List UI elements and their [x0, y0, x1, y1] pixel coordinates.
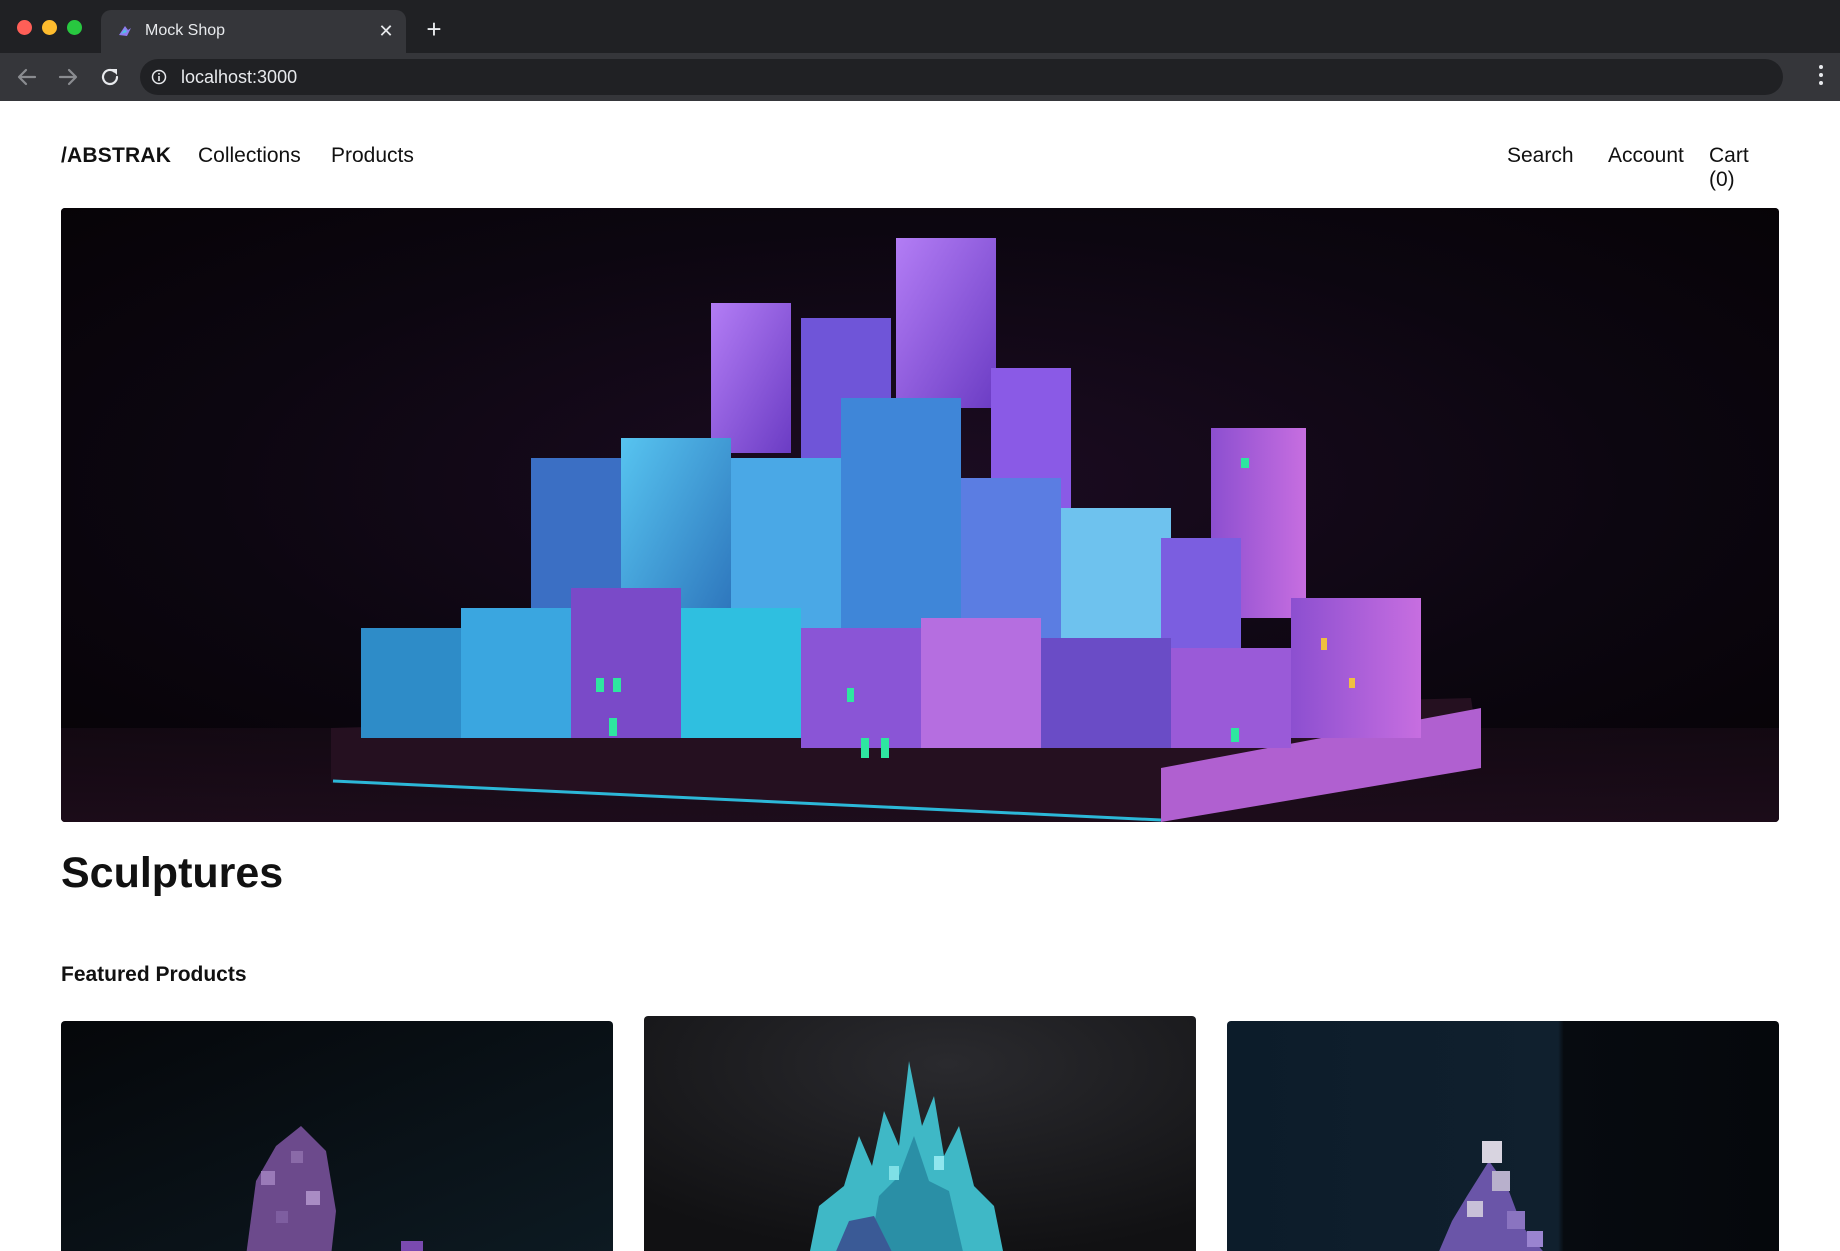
product-card[interactable] — [644, 1016, 1196, 1251]
address-bar[interactable]: localhost:3000 — [140, 59, 1783, 95]
product-image[interactable] — [644, 1016, 1196, 1251]
reload-icon[interactable] — [97, 64, 123, 90]
site-info-icon[interactable] — [151, 69, 167, 85]
product-card[interactable] — [1227, 1021, 1779, 1251]
nav-account-link[interactable]: Account — [1608, 144, 1684, 168]
voxel-city-illustration — [61, 208, 1779, 822]
web-page: /ABSTRAK Collections Products Search Acc… — [1, 101, 1839, 1251]
close-tab-icon[interactable]: ✕ — [376, 21, 396, 41]
forward-arrow-icon[interactable] — [55, 64, 81, 90]
site-header: /ABSTRAK Collections Products Search Acc… — [61, 101, 1779, 209]
featured-products-heading: Featured Products — [61, 963, 247, 986]
browser-window: Mock Shop ✕ + localhost:3000 /ABSTRAK Co… — [0, 0, 1840, 1251]
browser-tab[interactable]: Mock Shop ✕ — [101, 10, 406, 53]
site-logo[interactable]: /ABSTRAK — [61, 144, 171, 168]
browser-tab-bar: Mock Shop ✕ + — [0, 0, 1840, 53]
tab-title: Mock Shop — [145, 22, 226, 39]
nav-collections-link[interactable]: Collections — [198, 144, 301, 168]
url-text[interactable]: localhost:3000 — [181, 67, 297, 88]
browser-menu-icon[interactable] — [1818, 65, 1824, 89]
product-image[interactable] — [61, 1021, 613, 1251]
back-arrow-icon[interactable] — [14, 64, 40, 90]
favicon-icon — [119, 26, 131, 36]
close-window-button[interactable] — [17, 20, 32, 35]
collection-title: Sculptures — [61, 849, 284, 897]
product-image[interactable] — [1227, 1021, 1779, 1251]
nav-cart-link[interactable]: Cart (0) — [1709, 144, 1779, 192]
nav-search-link[interactable]: Search — [1507, 144, 1574, 168]
minimize-window-button[interactable] — [42, 20, 57, 35]
hero-image — [61, 208, 1779, 822]
maximize-window-button[interactable] — [67, 20, 82, 35]
nav-products-link[interactable]: Products — [331, 144, 414, 168]
browser-toolbar: localhost:3000 — [0, 53, 1840, 101]
product-card[interactable] — [61, 1021, 613, 1251]
new-tab-icon[interactable]: + — [423, 16, 445, 42]
